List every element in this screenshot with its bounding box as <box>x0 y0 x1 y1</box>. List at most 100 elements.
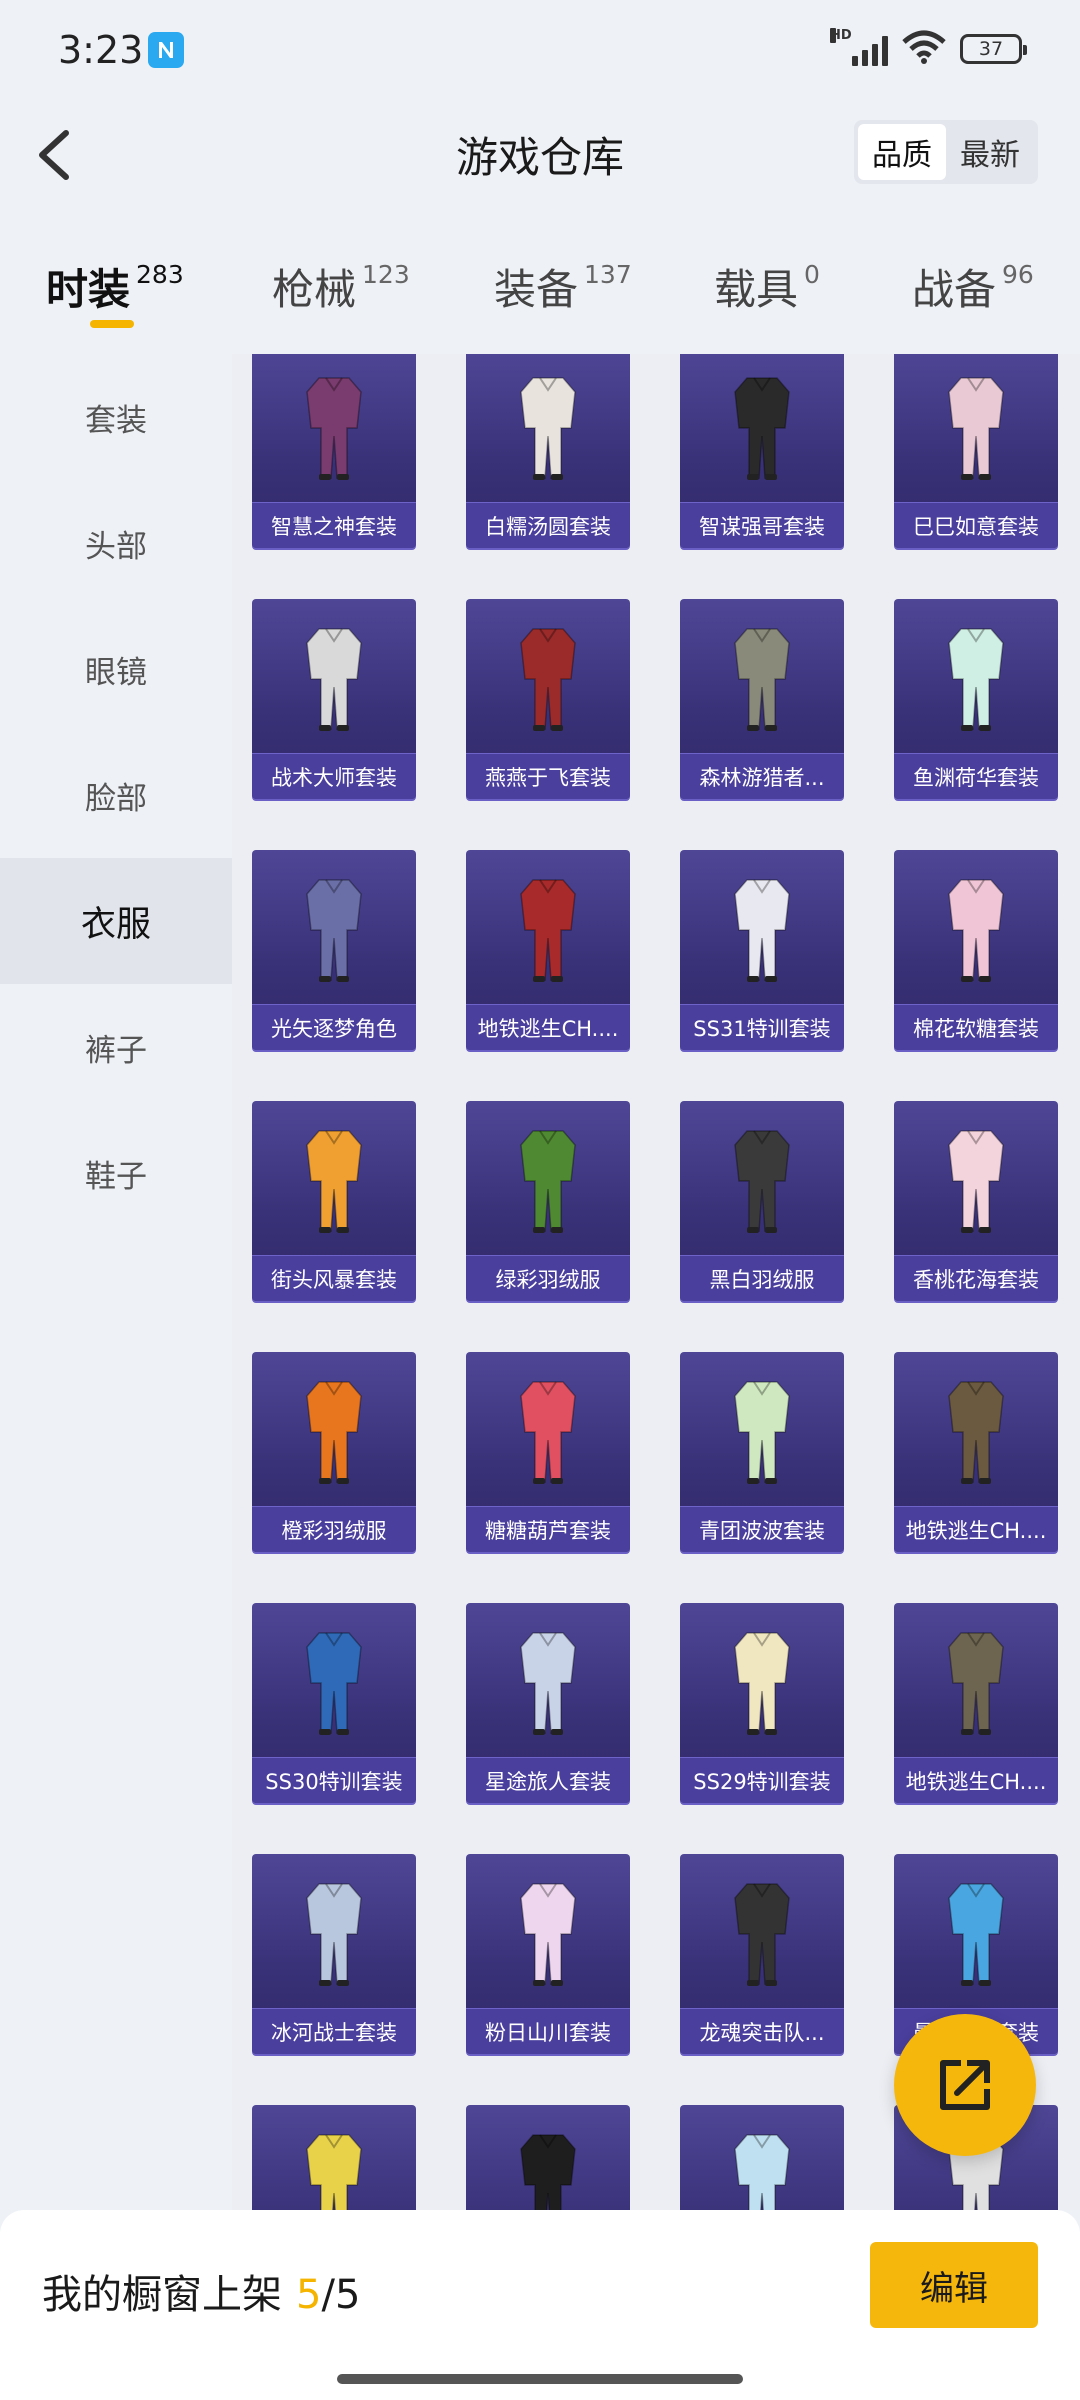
tab-firearms[interactable]: 枪械 123 <box>272 256 410 317</box>
item-name-text: 星途旅人套装 <box>485 1769 611 1794</box>
item-card[interactable]: SS30特训套装 <box>252 1603 416 1803</box>
item-name-text: 智谋强哥套装 <box>699 514 825 539</box>
outfit-thumbnail <box>680 1603 844 1759</box>
item-card[interactable]: 香桃花海套装 <box>894 1101 1058 1301</box>
outfit-figure <box>948 628 1004 731</box>
item-card[interactable]: 街头风暴套装 <box>252 1101 416 1301</box>
tab-vehicles[interactable]: 载具 0 <box>714 256 820 317</box>
sort-option-quality[interactable]: 品质 <box>858 124 946 180</box>
outfit-thumbnail <box>252 599 416 755</box>
status-icons: HD 37 <box>830 28 1027 68</box>
tab-label: 枪械 <box>272 265 357 314</box>
edit-button[interactable]: 编辑 <box>870 2242 1038 2328</box>
outfit-figure <box>520 879 576 982</box>
item-card[interactable] <box>680 2105 844 2210</box>
item-card[interactable]: SS31特训套装 <box>680 850 844 1050</box>
item-card[interactable]: 棉花软糖套装 <box>894 850 1058 1050</box>
outfit-thumbnail <box>466 1603 630 1759</box>
item-card[interactable]: 智谋强哥套装 <box>680 354 844 548</box>
item-card[interactable]: 星途旅人套装 <box>466 1603 630 1803</box>
item-name: 棉花软糖套装 <box>894 1004 1058 1050</box>
sidebar-item-suits[interactable]: 套装 <box>0 354 232 480</box>
outfit-thumbnail <box>680 1101 844 1257</box>
sidebar-item-shoes[interactable]: 鞋子 <box>0 1110 232 1236</box>
tab-count: 96 <box>1002 260 1034 289</box>
sidebar-item-glasses[interactable]: 眼镜 <box>0 606 232 732</box>
item-card[interactable]: 巳巳如意套装 <box>894 354 1058 548</box>
outfit-figure <box>306 2134 362 2210</box>
item-card[interactable]: 龙魂突击队... <box>680 1854 844 2054</box>
item-card[interactable]: SS29特训套装 <box>680 1603 844 1803</box>
item-card[interactable]: 智慧之神套装 <box>252 354 416 548</box>
share-external-icon <box>940 2060 990 2110</box>
item-name: 地铁逃生CH.... <box>466 1004 630 1050</box>
sidebar-item-face[interactable]: 脸部 <box>0 732 232 858</box>
showcase-count-current: 5 <box>296 2272 322 2318</box>
item-card[interactable]: 森林游猎者... <box>680 599 844 799</box>
home-indicator[interactable] <box>337 2374 743 2384</box>
outfit-thumbnail <box>680 354 844 504</box>
showcase-status: 我的橱窗上架 5 / 5 <box>42 2262 360 2320</box>
outfit-thumbnail <box>466 599 630 755</box>
item-card[interactable]: 战术大师套装 <box>252 599 416 799</box>
outfit-figure <box>306 1130 362 1233</box>
sort-option-latest[interactable]: 最新 <box>946 124 1034 180</box>
outfit-thumbnail <box>894 1603 1058 1759</box>
outfit-thumbnail <box>466 1854 630 2010</box>
outfit-thumbnail <box>466 1101 630 1257</box>
item-card[interactable]: 光矢逐梦角色 <box>252 850 416 1050</box>
item-card[interactable]: 青团波波套装 <box>680 1352 844 1552</box>
item-card[interactable]: 地铁逃生CH.... <box>894 1352 1058 1552</box>
outfit-thumbnail <box>252 850 416 1006</box>
showcase-label: 我的橱窗上架 <box>42 2272 282 2318</box>
item-name-text: 黑白羽绒服 <box>709 1267 815 1292</box>
tab-equipment[interactable]: 装备 137 <box>494 256 632 317</box>
outfit-thumbnail <box>252 1854 416 2010</box>
outfit-thumbnail <box>252 1101 416 1257</box>
item-card[interactable]: 白糯汤圆套装 <box>466 354 630 548</box>
outfit-figure <box>734 1381 790 1484</box>
bottom-bar: 我的橱窗上架 5 / 5 编辑 <box>0 2210 1080 2400</box>
item-card[interactable]: 冰河战士套装 <box>252 1854 416 2054</box>
outfit-figure <box>306 879 362 982</box>
battery-level: 37 <box>978 38 1004 60</box>
sidebar-item-pants[interactable]: 裤子 <box>0 984 232 1110</box>
item-card[interactable]: 燕燕于飞套装 <box>466 599 630 799</box>
outfit-thumbnail <box>894 354 1058 504</box>
item-name: 智慧之神套装 <box>252 502 416 548</box>
item-card[interactable]: 粉日山川套装 <box>466 1854 630 2054</box>
item-card[interactable]: 绿彩羽绒服 <box>466 1101 630 1301</box>
item-card[interactable]: 地铁逃生CH.... <box>894 1603 1058 1803</box>
item-name: 光矢逐梦角色 <box>252 1004 416 1050</box>
showcase-count-separator: / <box>321 2272 335 2318</box>
share-button[interactable] <box>894 2014 1036 2156</box>
outfit-thumbnail <box>466 2105 630 2210</box>
sidebar-item-head[interactable]: 头部 <box>0 480 232 606</box>
item-card[interactable]: 地铁逃生CH.... <box>466 850 630 1050</box>
item-name-text: SS30特训套装 <box>265 1769 403 1794</box>
item-name-text: 白糯汤圆套装 <box>485 514 611 539</box>
outfit-thumbnail <box>252 1352 416 1508</box>
outfit-thumbnail <box>252 1603 416 1759</box>
sidebar-item-clothes[interactable]: 衣服 <box>0 858 232 984</box>
item-name-text: 森林游猎者... <box>699 765 825 790</box>
item-card[interactable]: 黑白羽绒服 <box>680 1101 844 1301</box>
outfit-figure <box>734 628 790 731</box>
outfit-thumbnail <box>466 354 630 504</box>
tab-battle-prep[interactable]: 战备 96 <box>912 256 1034 317</box>
item-name: 战术大师套装 <box>252 753 416 799</box>
header: 游戏仓库 品质 最新 <box>0 100 1080 210</box>
item-card[interactable] <box>466 2105 630 2210</box>
item-card[interactable]: 糖糖葫芦套装 <box>466 1352 630 1552</box>
tab-label: 装备 <box>494 265 579 314</box>
item-card[interactable]: 鱼渊荷华套装 <box>894 599 1058 799</box>
wifi-icon <box>902 30 946 68</box>
outfit-figure <box>306 1381 362 1484</box>
network-type-label: HD <box>830 28 852 43</box>
outfit-figure <box>734 1883 790 1986</box>
item-name: SS30特训套装 <box>252 1757 416 1803</box>
item-card[interactable] <box>252 2105 416 2210</box>
outfit-figure <box>948 1130 1004 1233</box>
tab-fashion[interactable]: 时装 283 <box>46 256 184 317</box>
item-card[interactable]: 橙彩羽绒服 <box>252 1352 416 1552</box>
